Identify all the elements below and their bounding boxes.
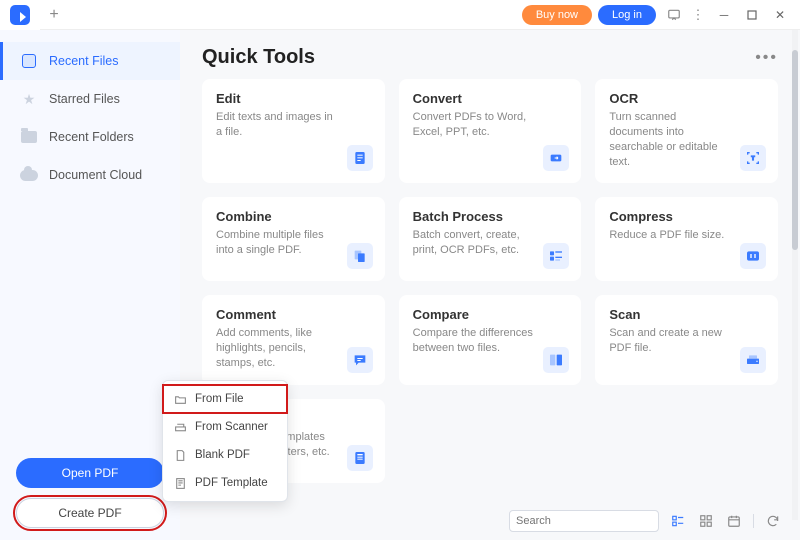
tool-card-comment[interactable]: Comment Add comments, like highlights, p…	[202, 295, 385, 385]
create-pdf-popup: From File From Scanner Blank PDF PDF Tem…	[162, 380, 288, 502]
tool-card-compare[interactable]: Compare Compare the differences between …	[399, 295, 582, 385]
window-minimize-button[interactable]: ─	[710, 1, 738, 29]
popup-item-from-scanner[interactable]: From Scanner	[163, 413, 287, 441]
popup-item-from-file[interactable]: From File	[163, 385, 287, 413]
comment-icon	[347, 347, 373, 373]
app-logo	[0, 0, 40, 30]
convert-icon	[543, 145, 569, 171]
card-title: Scan	[609, 307, 764, 322]
login-button[interactable]: Log in	[598, 5, 656, 25]
sidebar-item-recent-files[interactable]: Recent Files	[0, 42, 180, 80]
star-icon: ★	[19, 89, 39, 109]
file-icon	[19, 51, 39, 71]
popup-item-label: From File	[195, 393, 244, 405]
more-menu-icon[interactable]: ⋮	[686, 3, 710, 27]
scanner-icon	[173, 420, 187, 434]
popup-item-label: Blank PDF	[195, 449, 250, 461]
card-title: Convert	[413, 91, 568, 106]
popup-item-pdf-template[interactable]: PDF Template	[163, 469, 287, 497]
card-title: Compare	[413, 307, 568, 322]
view-grid-icon[interactable]	[697, 512, 715, 530]
more-options-button[interactable]: •••	[755, 49, 778, 67]
feedback-icon[interactable]	[662, 3, 686, 27]
buy-now-button[interactable]: Buy now	[522, 5, 592, 25]
compress-icon	[740, 243, 766, 269]
sidebar: Recent Files ★ Starred Files Recent Fold…	[0, 30, 180, 540]
open-pdf-button[interactable]: Open PDF	[16, 458, 164, 488]
scan-icon	[740, 347, 766, 373]
sidebar-item-starred-files[interactable]: ★ Starred Files	[0, 80, 180, 118]
view-calendar-icon[interactable]	[725, 512, 743, 530]
refresh-icon[interactable]	[764, 512, 782, 530]
card-desc: Convert PDFs to Word, Excel, PPT, etc.	[413, 110, 568, 140]
sidebar-item-recent-folders[interactable]: Recent Folders	[0, 118, 180, 156]
folder-open-icon	[173, 392, 187, 406]
sidebar-item-label: Starred Files	[49, 92, 120, 106]
template-icon	[347, 445, 373, 471]
tool-card-compress[interactable]: Compress Reduce a PDF file size.	[595, 197, 778, 281]
card-title: Combine	[216, 209, 371, 224]
card-title: Edit	[216, 91, 371, 106]
ocr-icon: T	[740, 145, 766, 171]
tools-grid: Edit Edit texts and images in a file. Co…	[202, 79, 778, 483]
batch-icon	[543, 243, 569, 269]
card-desc: Edit texts and images in a file.	[216, 110, 371, 140]
card-title: Comment	[216, 307, 371, 322]
sidebar-item-label: Recent Files	[49, 54, 118, 68]
compare-icon	[543, 347, 569, 373]
tool-card-convert[interactable]: Convert Convert PDFs to Word, Excel, PPT…	[399, 79, 582, 183]
sidebar-item-document-cloud[interactable]: Document Cloud	[0, 156, 180, 194]
search-input[interactable]	[509, 510, 659, 532]
tool-card-batch-process[interactable]: Batch Process Batch convert, create, pri…	[399, 197, 582, 281]
popup-item-label: From Scanner	[195, 421, 268, 433]
card-title: Compress	[609, 209, 764, 224]
new-tab-button[interactable]: +	[40, 1, 68, 29]
svg-text:T: T	[751, 156, 755, 162]
page-title: Quick Tools	[202, 46, 315, 69]
titlebar: + Buy now Log in ⋮ ─ ✕	[0, 0, 800, 30]
template-page-icon	[173, 476, 187, 490]
tool-card-combine[interactable]: Combine Combine multiple files into a si…	[202, 197, 385, 281]
folder-icon	[19, 127, 39, 147]
card-desc: Reduce a PDF file size.	[609, 228, 764, 243]
combine-icon	[347, 243, 373, 269]
window-close-button[interactable]: ✕	[766, 1, 794, 29]
edit-icon	[347, 145, 373, 171]
popup-item-blank-pdf[interactable]: Blank PDF	[163, 441, 287, 469]
blank-page-icon	[173, 448, 187, 462]
tool-card-edit[interactable]: Edit Edit texts and images in a file.	[202, 79, 385, 183]
tool-card-scan[interactable]: Scan Scan and create a new PDF file.	[595, 295, 778, 385]
card-title: OCR	[609, 91, 764, 106]
window-maximize-button[interactable]	[738, 1, 766, 29]
bottom-toolbar	[180, 502, 800, 540]
card-title: Batch Process	[413, 209, 568, 224]
scrollbar[interactable]	[792, 30, 798, 520]
tool-card-ocr[interactable]: OCR Turn scanned documents into searchab…	[595, 79, 778, 183]
sidebar-item-label: Document Cloud	[49, 168, 142, 182]
view-list-icon[interactable]	[669, 512, 687, 530]
create-pdf-button[interactable]: Create PDF	[16, 498, 164, 528]
cloud-icon	[19, 165, 39, 185]
separator	[753, 514, 754, 528]
sidebar-item-label: Recent Folders	[49, 130, 134, 144]
popup-item-label: PDF Template	[195, 477, 268, 489]
